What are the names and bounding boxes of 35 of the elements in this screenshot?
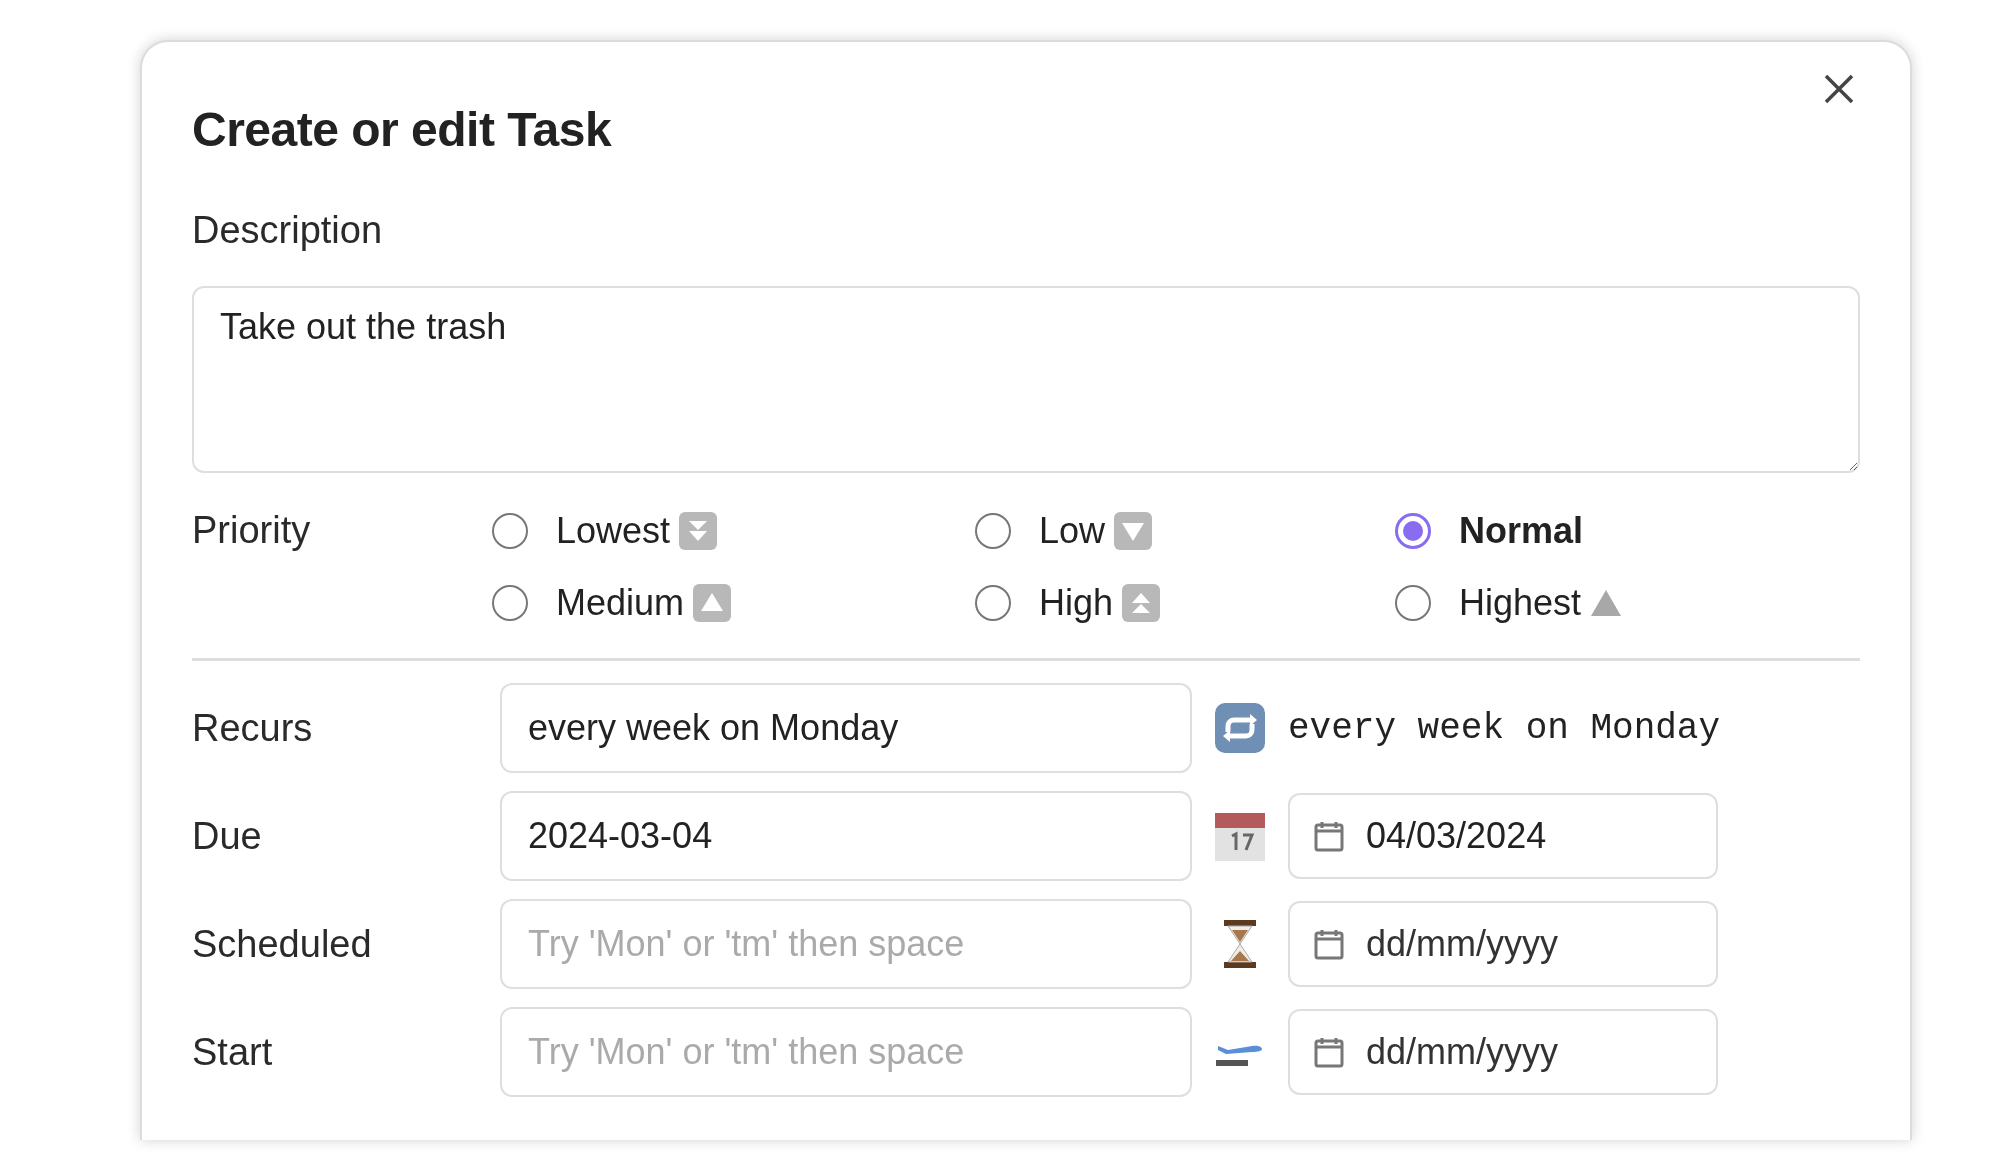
priority-radio[interactable]	[492, 585, 528, 621]
date-picker-field[interactable]: dd/mm/yyyy	[1288, 1009, 1718, 1095]
field-label: Scheduled	[192, 922, 373, 966]
triangle-icon	[1589, 588, 1624, 618]
field-label: Start	[192, 1030, 274, 1074]
priority-option-label[interactable]: Highest	[1459, 582, 1582, 624]
priority-radio[interactable]	[1395, 585, 1431, 621]
priority-option-label[interactable]: Medium	[556, 582, 685, 624]
text-field[interactable]: Try 'Mon' or 'tm' then space	[500, 899, 1192, 989]
calendar-icon	[1314, 1036, 1344, 1068]
priority-radio[interactable]	[975, 512, 1011, 549]
dialog-title: Create or edit Task	[192, 102, 612, 157]
date-picker-field[interactable]: dd/mm/yyyy	[1288, 901, 1718, 987]
priority-option-label[interactable]: Normal	[1459, 509, 1584, 552]
text-field[interactable]: Try 'Mon' or 'tm' then space	[500, 1007, 1192, 1097]
field-label: Recurs	[192, 706, 314, 750]
repeat-icon	[1214, 702, 1266, 754]
description-field[interactable]: Take out the trash	[192, 286, 1860, 473]
text-field[interactable]: 2024-03-04	[500, 791, 1192, 881]
priority-option-label[interactable]: Low	[1039, 509, 1106, 552]
priority-option-label[interactable]: High	[1039, 582, 1114, 624]
description-label: Description	[192, 209, 383, 251]
date-picker-field[interactable]: 04/03/2024	[1288, 793, 1718, 879]
calendar-icon	[1214, 810, 1266, 862]
priority-radio[interactable]	[1395, 512, 1431, 549]
recurrence-preview: every week on Monday	[1288, 707, 1722, 749]
calendar-icon	[1314, 820, 1344, 852]
text-field[interactable]: every week on Monday	[500, 683, 1192, 773]
priority-label: Priority	[192, 509, 312, 552]
priority-radio[interactable]	[492, 512, 528, 549]
priority-option-label[interactable]: Lowest	[556, 509, 671, 552]
field-label: Due	[192, 814, 263, 858]
close-icon	[1822, 72, 1856, 106]
calendar-icon	[1314, 928, 1344, 960]
priority-radio[interactable]	[975, 585, 1011, 621]
